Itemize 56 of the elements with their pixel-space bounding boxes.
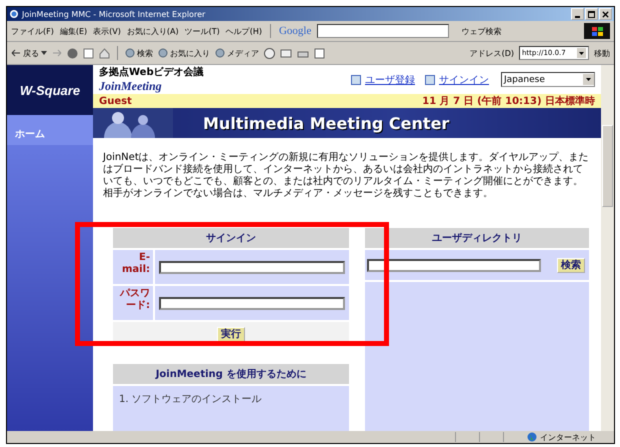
search-button[interactable]: 検索 bbox=[557, 258, 585, 272]
menu-item[interactable]: ファイル(F) bbox=[11, 26, 54, 36]
toolbar-button[interactable]: 検索 bbox=[125, 48, 153, 58]
header-link[interactable]: サインイン bbox=[439, 72, 489, 86]
search-field[interactable] bbox=[317, 24, 450, 38]
maximize-button[interactable] bbox=[585, 8, 598, 20]
menu-item[interactable]: 編集(E) bbox=[60, 26, 88, 36]
toolbar-icon bbox=[215, 48, 225, 58]
link-icon bbox=[425, 74, 435, 84]
list-item[interactable]: 1. ソフトウェアのインストール bbox=[119, 394, 262, 405]
user-name: Guest bbox=[99, 96, 132, 106]
toolbar-button[interactable]: メディア bbox=[215, 48, 259, 58]
back-arrow-icon bbox=[11, 49, 21, 57]
toolbar-button[interactable]: お気に入り bbox=[158, 48, 210, 58]
field-label: E-mail: bbox=[113, 250, 153, 284]
panel-header: ユーザディレクトリ bbox=[365, 228, 589, 248]
web-search-button[interactable]: ウェブ検索 bbox=[461, 26, 502, 36]
globe-icon bbox=[527, 432, 537, 442]
go-button[interactable]: 移動 bbox=[594, 48, 610, 58]
product-logo: JoinMeeting bbox=[99, 79, 163, 94]
site-logo: W-Square bbox=[7, 65, 93, 115]
input-field[interactable] bbox=[159, 260, 345, 274]
caret-icon[interactable] bbox=[41, 51, 47, 55]
panel-header: JoinMeeting を使用するために bbox=[113, 364, 349, 384]
panel-header: サインイン bbox=[113, 228, 349, 248]
input-field[interactable] bbox=[367, 258, 541, 272]
field-label: パスワード: bbox=[113, 286, 153, 320]
refresh-icon[interactable] bbox=[83, 48, 94, 58]
link-icon bbox=[351, 74, 361, 84]
windows-logo-icon bbox=[584, 23, 610, 39]
menu-item[interactable]: 表示(V) bbox=[93, 26, 121, 36]
menu-item[interactable]: お気に入り(A) bbox=[126, 26, 179, 36]
security-zone: インターネット bbox=[540, 432, 597, 442]
intro-text: JoinNetは、オンライン・ミーティングの新規に有用なソリューションを提供します。ダイヤルアップ、またはブロードバンド接続を使用して、インターネットから、あるいは会社内のイントラネットから接続されていても、いつでもどこでも、顧客との、または社内でのリアルタイム・ミーティング開催にとができます。相手がオンラインでない場合は、マルチメディア・メッセージを残すこともできます。 bbox=[103, 152, 589, 200]
header-link[interactable]: ユーザ登録 bbox=[365, 72, 415, 86]
minimize-button[interactable] bbox=[571, 8, 584, 20]
input-field[interactable] bbox=[159, 296, 345, 310]
menu-item[interactable]: ヘルプ(H) bbox=[226, 26, 262, 36]
home-icon[interactable] bbox=[99, 48, 110, 58]
toolbar-icon bbox=[158, 48, 168, 58]
close-button[interactable] bbox=[599, 8, 612, 20]
close-icon bbox=[602, 10, 609, 18]
google-logo: Google bbox=[278, 25, 312, 37]
dropdown-icon[interactable] bbox=[577, 48, 586, 58]
stop-icon[interactable] bbox=[67, 48, 78, 58]
banner-title: Multimedia Meeting Center bbox=[203, 114, 450, 132]
date-time: 11 月 7 日 (午前 10:13) 日本標準時 bbox=[422, 94, 595, 108]
dropdown-icon[interactable] bbox=[583, 74, 594, 85]
menu-item[interactable]: ツール(T) bbox=[184, 26, 220, 36]
address-label: アドレス(D) bbox=[470, 48, 514, 58]
browser-icon bbox=[9, 9, 19, 19]
back-button[interactable]: 戻る bbox=[11, 48, 47, 58]
tagline: 多拠点Webビデオ会議 bbox=[99, 65, 204, 79]
toolbar-icon bbox=[125, 48, 135, 58]
window-title: JoinMeeting MMC - Microsoft Internet Explorer bbox=[22, 10, 206, 18]
submit-button[interactable]: 実行 bbox=[217, 327, 245, 342]
